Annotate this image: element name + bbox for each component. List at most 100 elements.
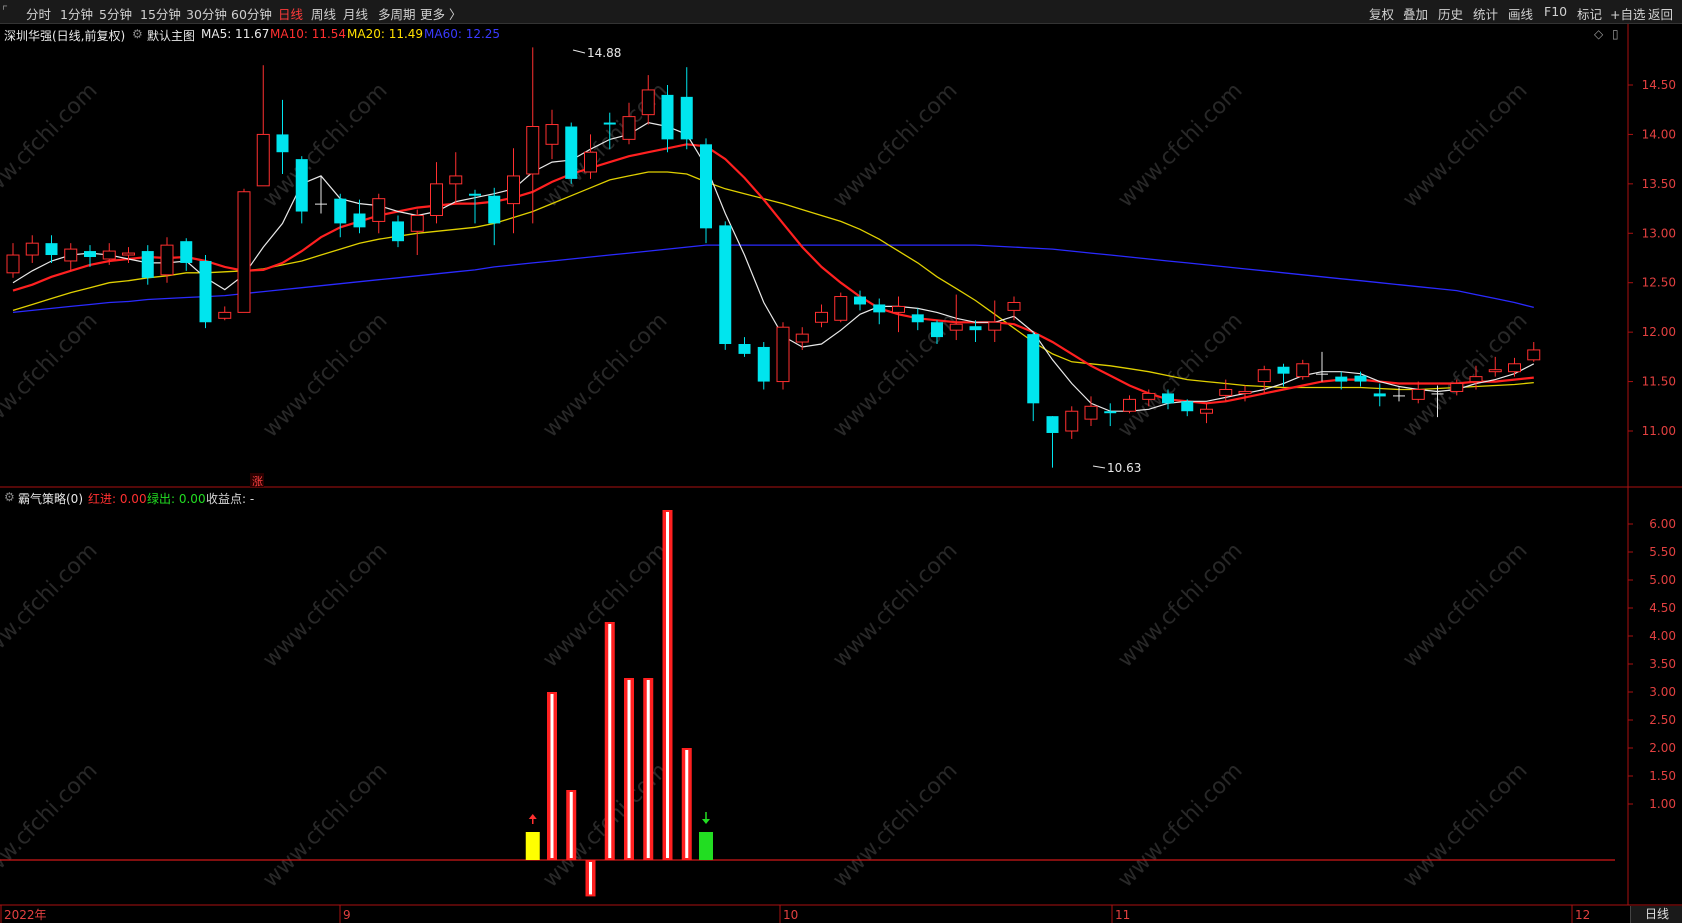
candle [815, 304, 828, 328]
main-y-tick-label: 13.00 [1642, 226, 1676, 240]
chart-canvas[interactable]: www.cfchi.com www.cfchi.com www.cfchi.com w… [0, 0, 1682, 923]
btn-lishi[interactable]: 历史 [1438, 4, 1463, 23]
candle-body-up [988, 321, 1002, 331]
ind-y-tick-label: 1.50 [1649, 769, 1676, 783]
main-chart-infobar: 深圳华强(日线,前复权) ⚙ 默认主图 MA5: 11.67 MA10: 11.5… [0, 25, 1620, 43]
template-label[interactable]: 默认主图 [147, 27, 195, 44]
low-price-pointer [1092, 465, 1106, 469]
btn-f10[interactable]: F10 [1544, 4, 1567, 19]
candle-body-up [545, 124, 559, 145]
stock-title[interactable]: 深圳华强(日线,前复权) [4, 27, 125, 44]
candle-body-down [1393, 395, 1405, 397]
candle [430, 162, 443, 224]
tab-60min[interactable]: 60分钟 [231, 4, 272, 23]
candle-body-up [25, 242, 39, 256]
candle [218, 306, 232, 321]
watermark-text: www.cfchi.com [0, 308, 103, 442]
candle-body-down [1046, 416, 1059, 433]
ind-y-tick-label: 5.50 [1649, 545, 1676, 559]
candle-body-up [430, 183, 443, 216]
tab-fenshi[interactable]: 分时 [26, 4, 51, 23]
ind-y-tick-label: 4.00 [1649, 629, 1676, 643]
candle-body-up [449, 175, 463, 185]
candle-body-down [873, 304, 886, 313]
candle-body-up [122, 252, 135, 256]
ind-y-tick-label: 2.50 [1649, 713, 1676, 727]
candle-body-up [1257, 369, 1271, 383]
candle [6, 243, 20, 278]
candle [25, 235, 39, 263]
candle [1335, 371, 1348, 390]
tab-day[interactable]: 日线 [278, 4, 303, 23]
watermark-text: www.cfchi.com [258, 538, 392, 672]
tab-week[interactable]: 周线 [311, 4, 336, 23]
btn-biaoji[interactable]: 标记 [1577, 4, 1602, 23]
candle [1181, 399, 1194, 417]
candle-body-down [488, 195, 501, 224]
candle-body-up [1450, 383, 1464, 392]
candle-body-down [180, 241, 193, 263]
tab-more[interactable]: 更多 〉 [420, 4, 461, 23]
btn-zixuan[interactable]: +自选 [1610, 4, 1645, 23]
candle [1007, 296, 1021, 321]
watermark-text: www.cfchi.com [258, 758, 392, 892]
candle-body-down [469, 193, 481, 196]
ma-label-2: MA20: 11.49 [347, 27, 424, 41]
tab-15min[interactable]: 15分钟 [140, 4, 181, 23]
template-gear-icon[interactable]: ⚙ [132, 27, 143, 41]
candle [873, 298, 886, 325]
panel-toggle-icon[interactable]: ▯ [1612, 27, 1619, 41]
tab-month[interactable]: 月线 [343, 4, 368, 23]
btn-fuquan[interactable]: 复权 [1369, 4, 1394, 23]
candle [1527, 342, 1541, 362]
high-price-pointer [572, 49, 586, 54]
candle-body-down [1354, 375, 1367, 382]
watermark-text: www.cfchi.com [1398, 538, 1532, 672]
ind-y-tick-label: 1.00 [1649, 797, 1676, 811]
low-price-label: 10.63 [1107, 461, 1141, 475]
candle-body-down [315, 203, 327, 205]
indicator-bar-green [699, 812, 713, 860]
ind-y-tick-label: 5.00 [1649, 573, 1676, 587]
bottom-period-tab[interactable]: 日线 [1630, 906, 1682, 923]
candle-body-down [276, 134, 289, 153]
watermark-text: www.cfchi.com [828, 78, 962, 212]
btn-diejia[interactable]: 叠加 [1403, 4, 1428, 23]
tab-30min[interactable]: 30分钟 [186, 4, 227, 23]
tab-1min[interactable]: 1分钟 [60, 4, 93, 23]
candle-body-up [6, 254, 20, 274]
indicator-name[interactable]: 霸气策略(0) [18, 490, 83, 507]
menu-corner-icon[interactable]: ⌜ [2, 3, 8, 18]
candle [276, 99, 289, 174]
candle-body-up [641, 89, 655, 116]
candle [661, 84, 674, 153]
candle [237, 188, 251, 313]
candle-body-up [237, 191, 251, 313]
ind-bar-red-core [589, 862, 592, 895]
watermark-text: www.cfchi.com [0, 758, 103, 892]
btn-tongji[interactable]: 统计 [1473, 4, 1498, 23]
candle [507, 148, 520, 234]
candle-body-down [1277, 366, 1290, 374]
diamond-icon[interactable]: ◇ [1594, 27, 1603, 41]
indicator-gear-icon[interactable]: ⚙ [4, 490, 15, 504]
indicator-bar-red [566, 790, 577, 860]
indicator-field-2: 收益点: - [206, 492, 255, 506]
candle-body-up [584, 151, 597, 173]
indicator-field-0: 红进: 0.00 [88, 492, 147, 506]
candle [1027, 332, 1040, 422]
watermark-layer: www.cfchi.com www.cfchi.com www.cfchi.com w… [0, 78, 1533, 892]
btn-huaxian[interactable]: 画线 [1508, 4, 1533, 23]
candle [122, 247, 135, 263]
candle [449, 152, 463, 204]
ind-y-tick-label: 3.00 [1649, 685, 1676, 699]
tab-multi[interactable]: 多周期 [378, 4, 416, 23]
candle-body-up [815, 311, 828, 323]
btn-fanhui[interactable]: 返回 [1648, 4, 1673, 23]
main-y-tick-label: 12.00 [1642, 325, 1676, 339]
candle [680, 67, 693, 150]
candle [1316, 351, 1328, 382]
ind-bar-red-core [608, 624, 612, 858]
tab-5min[interactable]: 5分钟 [99, 4, 132, 23]
candle-body-down [911, 314, 924, 323]
